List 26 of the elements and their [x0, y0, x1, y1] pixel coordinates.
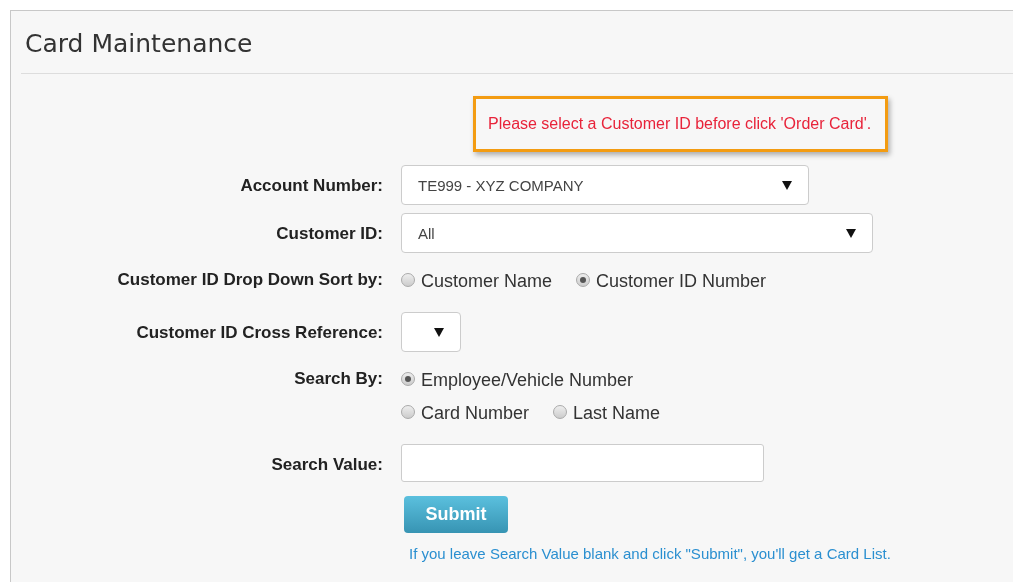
- search-value-field[interactable]: [401, 444, 764, 482]
- radio-button[interactable]: [553, 405, 568, 419]
- field-label: Account Number:: [239, 175, 383, 197]
- radio-option[interactable]: Customer Name: [401, 271, 553, 304]
- field-label: Search By:: [293, 368, 383, 390]
- field-label: Customer ID:: [275, 223, 383, 245]
- caret-icon: [846, 228, 856, 238]
- field-label: Customer ID Drop Down Sort by:: [116, 269, 383, 291]
- page-title: Card Maintenance: [24, 28, 254, 60]
- radio-option[interactable]: Employee/Vehicle Number: [401, 370, 634, 403]
- radio-option[interactable]: Last Name: [553, 403, 661, 436]
- radio-button[interactable]: [401, 372, 415, 386]
- radio-button[interactable]: [401, 405, 415, 419]
- caret-icon: [434, 327, 444, 337]
- dropdown[interactable]: TE999 - XYZ COMPANY: [401, 165, 809, 205]
- field-label: Customer ID Cross Reference:: [135, 322, 383, 344]
- caret-icon: [782, 180, 792, 190]
- field-label: Search Value:: [270, 454, 383, 476]
- radio-button[interactable]: [401, 273, 415, 287]
- dropdown[interactable]: [401, 312, 461, 352]
- help-text: If you leave Search Value blank and click "Submit", you'll get a Card List.: [409, 545, 891, 562]
- warning-message: Please select a Customer ID before click 'Order Card'.: [473, 96, 889, 152]
- dropdown[interactable]: All: [401, 213, 873, 253]
- radio-option[interactable]: Customer ID Number: [576, 271, 767, 304]
- radio-button[interactable]: [576, 273, 591, 287]
- radio-option[interactable]: Card Number: [401, 403, 530, 436]
